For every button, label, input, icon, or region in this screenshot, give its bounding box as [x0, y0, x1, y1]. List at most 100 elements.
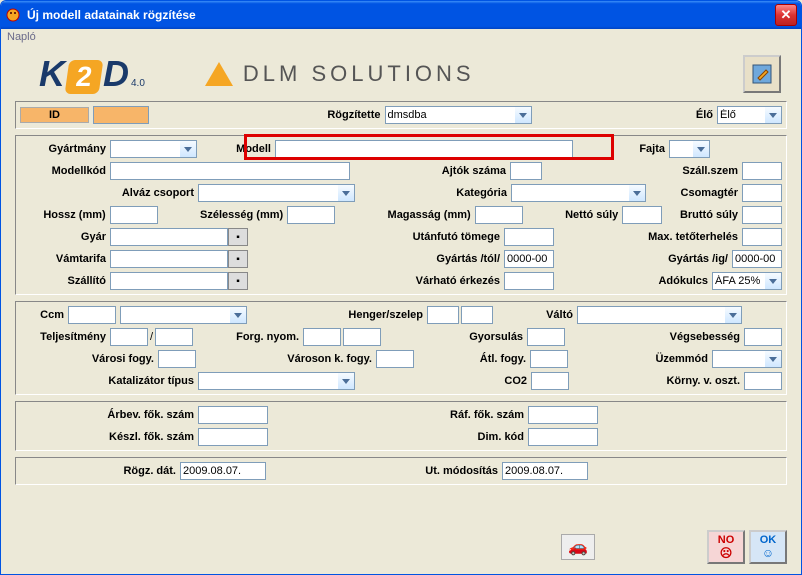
kategoria-input[interactable]: [511, 184, 629, 202]
szallito-input[interactable]: [110, 272, 228, 290]
adokulcs-combo[interactable]: [712, 272, 782, 290]
alvaz-label: Alváz csoport: [20, 187, 198, 199]
raf-input[interactable]: [528, 406, 598, 424]
chevron-down-icon[interactable]: [230, 306, 247, 324]
ccm-sel-input[interactable]: [120, 306, 230, 324]
gyartmany-combo[interactable]: [110, 140, 197, 158]
chevron-down-icon[interactable]: [693, 140, 710, 158]
forgnyom2-input[interactable]: [343, 328, 381, 346]
logo-k2d: K2D 4.0: [39, 53, 145, 95]
chevron-down-icon[interactable]: [180, 140, 197, 158]
edit-tool-button[interactable]: [743, 55, 781, 93]
gyartmany-input[interactable]: [110, 140, 180, 158]
uzemmod-input[interactable]: [712, 350, 765, 368]
vamtarifa-picker-button[interactable]: ▪: [228, 250, 248, 268]
elo-input[interactable]: [717, 106, 765, 124]
gyorsulas-input[interactable]: [527, 328, 565, 346]
csomagter-input[interactable]: [742, 184, 782, 202]
valto-combo[interactable]: [577, 306, 742, 324]
valto-input[interactable]: [577, 306, 725, 324]
korny-input[interactable]: [744, 372, 782, 390]
katalizator-label: Katalizátor típus: [20, 375, 198, 387]
chevron-down-icon[interactable]: [338, 372, 355, 390]
varosi-input[interactable]: [158, 350, 196, 368]
telj1-input[interactable]: [110, 328, 148, 346]
window-title: Új modell adatainak rögzítése: [27, 8, 775, 22]
rogzdat-input[interactable]: [180, 462, 266, 480]
uzemmod-combo[interactable]: [712, 350, 782, 368]
dim-input[interactable]: [528, 428, 598, 446]
rogzitette-label: Rögzítette: [305, 109, 385, 121]
varoskf-input[interactable]: [376, 350, 414, 368]
no-button[interactable]: NO☹: [707, 530, 745, 564]
utanfuto-input[interactable]: [504, 228, 554, 246]
car-icon-button[interactable]: 🚗: [561, 534, 595, 560]
arbev-input[interactable]: [198, 406, 268, 424]
utmod-input[interactable]: [502, 462, 588, 480]
telj2-input[interactable]: [155, 328, 193, 346]
henger2-input[interactable]: [461, 306, 493, 324]
atl-input[interactable]: [530, 350, 568, 368]
modell-input[interactable]: [275, 140, 573, 158]
section-2: Ccm Henger/szelep Váltó Teljesítmény / F…: [15, 301, 787, 395]
chevron-down-icon[interactable]: [765, 106, 782, 124]
ccm-input[interactable]: [68, 306, 116, 324]
chevron-down-icon[interactable]: [765, 272, 782, 290]
fajta-input[interactable]: [669, 140, 693, 158]
henger1-input[interactable]: [427, 306, 459, 324]
alvaz-combo[interactable]: [198, 184, 355, 202]
close-button[interactable]: ✕: [775, 4, 797, 26]
modell-label: Modell: [197, 143, 275, 155]
modellkod-input[interactable]: [110, 162, 350, 180]
chevron-down-icon[interactable]: [765, 350, 782, 368]
szelesseg-input[interactable]: [287, 206, 335, 224]
adokulcs-input[interactable]: [712, 272, 765, 290]
keszl-input[interactable]: [198, 428, 268, 446]
magassag-input[interactable]: [475, 206, 523, 224]
section-3: Árbev. fők. szám Ráf. fők. szám Készl. f…: [15, 401, 787, 451]
alvaz-input[interactable]: [198, 184, 338, 202]
rogzitette-combo[interactable]: [385, 106, 532, 124]
vamtarifa-input[interactable]: [110, 250, 228, 268]
gyartasig-input[interactable]: [732, 250, 782, 268]
menu-naplo[interactable]: Napló: [7, 31, 36, 43]
top-panel: ID Rögzítette Élő: [15, 101, 787, 129]
nettosuly-label: Nettó súly: [523, 209, 623, 221]
kategoria-combo[interactable]: [511, 184, 646, 202]
ok-button[interactable]: OK☺: [749, 530, 787, 564]
hossz-input[interactable]: [110, 206, 158, 224]
ajtok-input[interactable]: [510, 162, 542, 180]
fajta-label: Fajta: [573, 143, 669, 155]
maxteto-input[interactable]: [742, 228, 782, 246]
chevron-down-icon[interactable]: [515, 106, 532, 124]
elo-combo[interactable]: [717, 106, 782, 124]
szallszem-input[interactable]: [742, 162, 782, 180]
nettosuly-input[interactable]: [622, 206, 662, 224]
chevron-down-icon[interactable]: [338, 184, 355, 202]
chevron-down-icon[interactable]: [725, 306, 742, 324]
katalizator-combo[interactable]: [198, 372, 355, 390]
id-input[interactable]: [93, 106, 149, 124]
bruttosuly-input[interactable]: [742, 206, 782, 224]
ccm-sel-combo[interactable]: [120, 306, 247, 324]
chevron-down-icon[interactable]: [629, 184, 646, 202]
szallito-picker-button[interactable]: ▪: [228, 272, 248, 290]
id-label: ID: [20, 107, 89, 123]
co2-input[interactable]: [531, 372, 569, 390]
gyar-picker-button[interactable]: ▪: [228, 228, 248, 246]
valto-label: Váltó: [493, 309, 577, 321]
teljesitmeny-label: Teljesítmény: [20, 331, 110, 343]
gyar-input[interactable]: [110, 228, 228, 246]
fajta-combo[interactable]: [669, 140, 710, 158]
elo-label: Élő: [687, 109, 717, 121]
varhato-input[interactable]: [504, 272, 554, 290]
katalizator-input[interactable]: [198, 372, 338, 390]
adokulcs-label: Adókulcs: [632, 275, 712, 287]
forgnyom1-input[interactable]: [303, 328, 341, 346]
rogzdat-label: Rögz. dát.: [20, 465, 180, 477]
rogzitette-input[interactable]: [385, 106, 515, 124]
vegsebesseg-input[interactable]: [744, 328, 782, 346]
logo-bar: K2D 4.0 DLM SOLUTIONS: [1, 45, 801, 101]
gyartastol-input[interactable]: [504, 250, 554, 268]
titlebar: Új modell adatainak rögzítése ✕: [1, 1, 801, 29]
